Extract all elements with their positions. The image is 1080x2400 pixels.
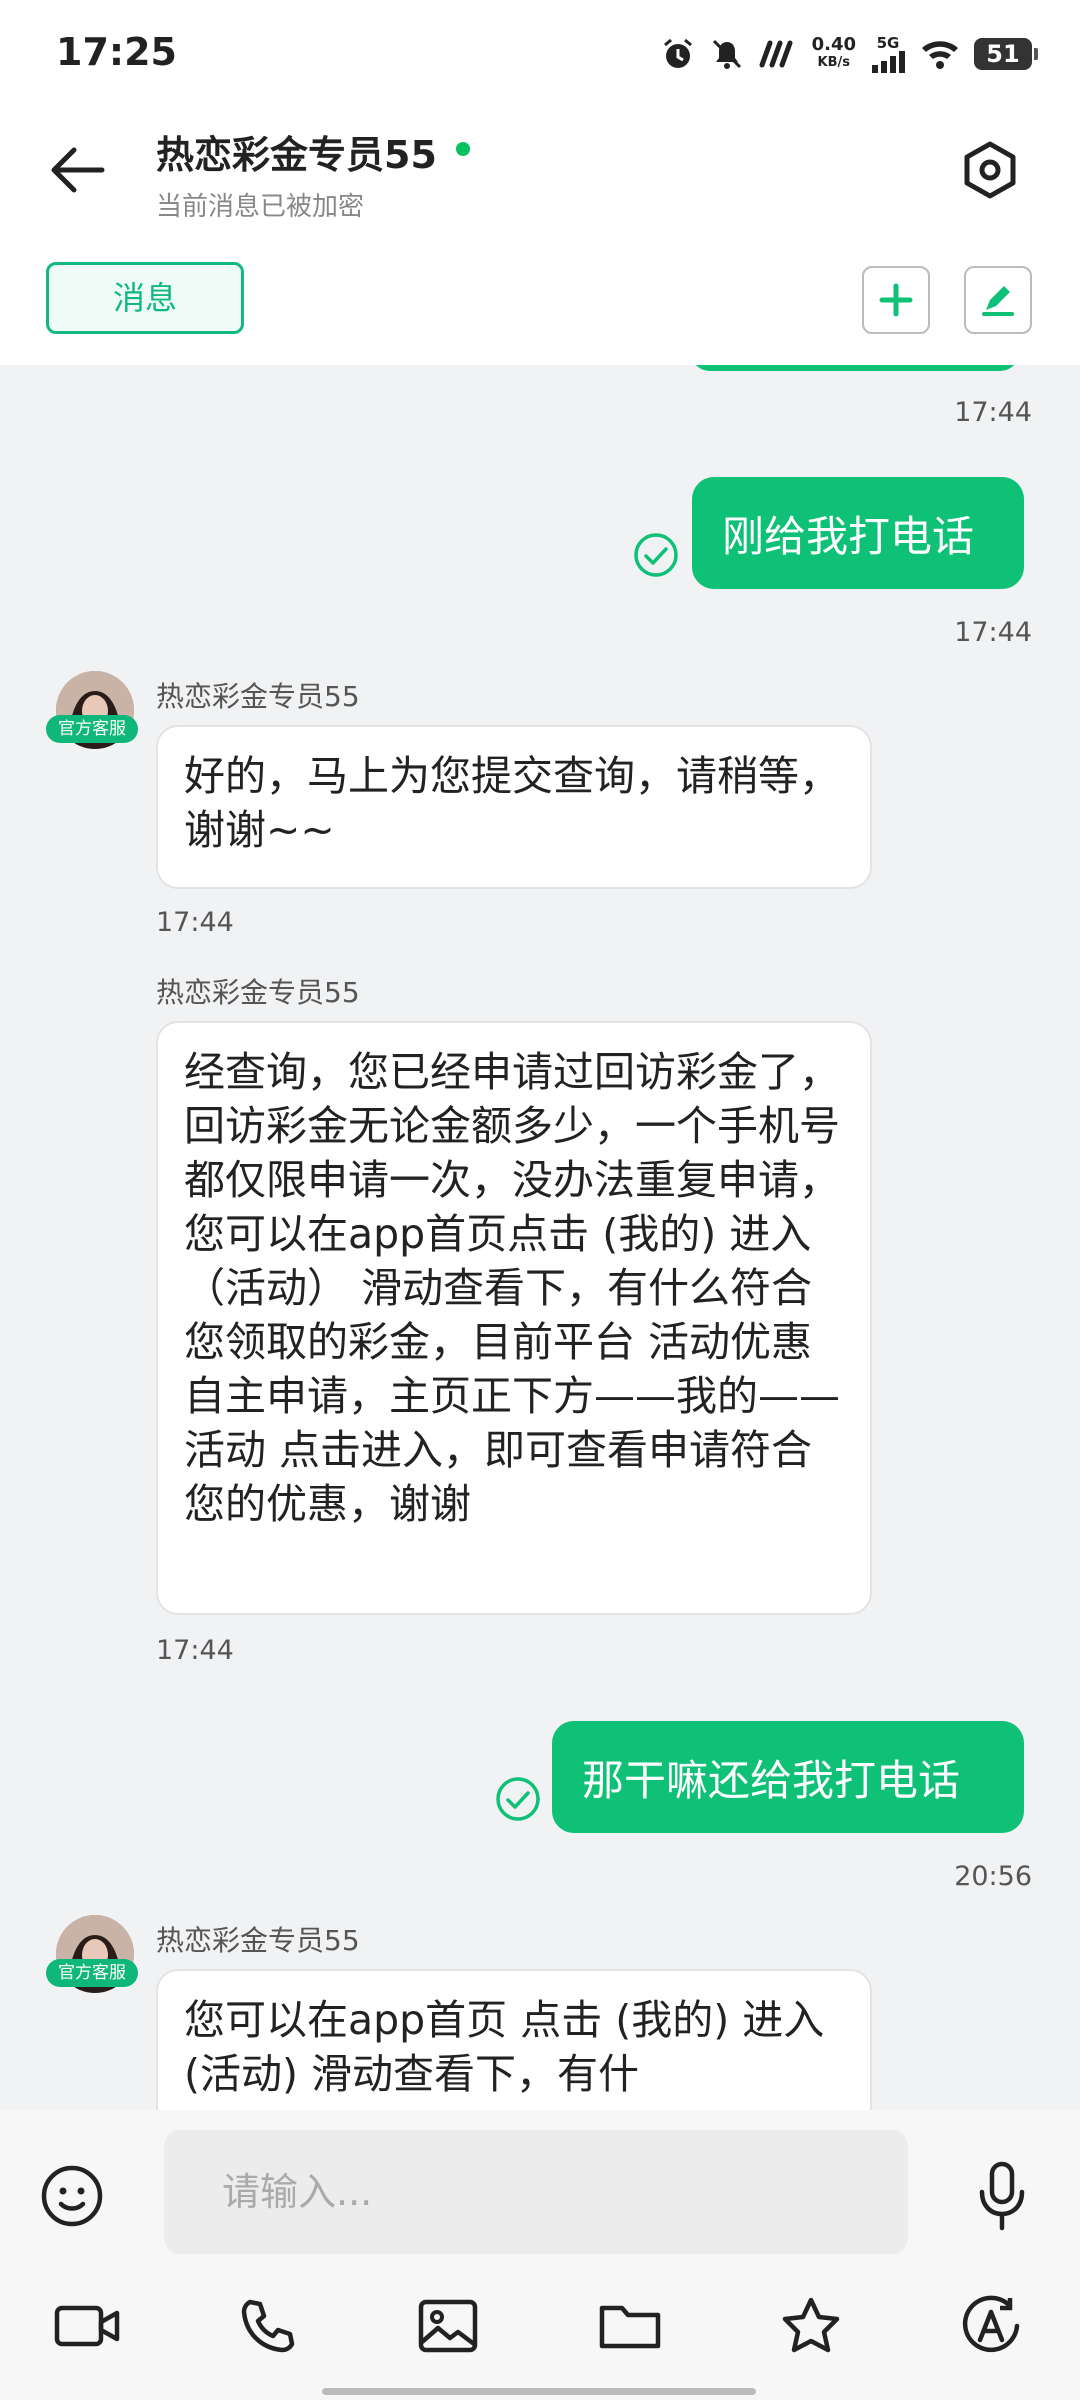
encryption-notice: 当前消息已被加密 — [156, 192, 365, 222]
auto-translate-icon — [962, 2295, 1020, 2353]
alarm-icon — [663, 38, 692, 68]
phone-icon — [241, 2299, 295, 2353]
nfc-icon — [759, 40, 793, 68]
timestamp: 17:44 — [954, 617, 1032, 648]
file-button[interactable] — [596, 2296, 664, 2356]
folder-icon — [599, 2305, 661, 2349]
official-service-badge: 官方客服 — [46, 715, 138, 743]
chat-message-list[interactable]: 17:44 刚给我打电话 17:44 官方客服 热恋彩金专员55 好的，马上为您… — [0, 365, 1080, 2110]
image-button[interactable] — [416, 2296, 480, 2356]
settings-button[interactable] — [950, 135, 1030, 205]
status-icons: 0.40 KB/s 5G 51 — [660, 32, 1038, 76]
translate-button[interactable] — [958, 2294, 1024, 2358]
signal: 5G — [870, 33, 906, 73]
pencil-icon — [982, 286, 1014, 316]
outgoing-message-bubble[interactable]: 那干嘛还给我打电话 — [552, 1721, 1024, 1833]
chat-title: 热恋彩金专员55 — [156, 133, 437, 177]
status-time: 17:25 — [56, 30, 177, 74]
incoming-message-bubble[interactable]: 您可以在app首页 点击 (我的) 进入 (活动) 滑动查看下，有什 — [156, 1969, 872, 2110]
mute-icon — [712, 39, 741, 69]
timestamp: 20:56 — [954, 1861, 1032, 1892]
favorite-button[interactable] — [778, 2294, 844, 2358]
read-check-icon — [634, 533, 678, 577]
timestamp: 17:44 — [156, 1635, 234, 1666]
network-type: 5G — [876, 33, 900, 52]
net-speed: 0.40 KB/s — [811, 34, 856, 71]
settings-icon — [964, 141, 1016, 199]
sender-name: 热恋彩金专员55 — [156, 976, 360, 1009]
video-call-button[interactable] — [52, 2296, 124, 2356]
add-button[interactable] — [862, 266, 930, 334]
plus-icon — [879, 283, 913, 317]
outgoing-message-bubble[interactable]: 刚给我打电话 — [692, 477, 1024, 589]
wifi-icon — [922, 41, 958, 69]
home-indicator[interactable] — [322, 2388, 756, 2395]
online-status-dot — [456, 142, 470, 156]
sender-name: 热恋彩金专员55 — [156, 1924, 360, 1957]
image-icon — [418, 2299, 478, 2353]
voice-button[interactable] — [964, 2156, 1040, 2236]
signal-icon — [872, 50, 905, 73]
back-button[interactable] — [40, 135, 120, 205]
incoming-message-bubble[interactable]: 经查询，您已经申请过回访彩金了，回访彩金无论金额多少，一个手机号都仅限申请一次，… — [156, 1021, 872, 1615]
official-service-badge: 官方客服 — [46, 1959, 138, 1987]
battery-indicator: 51 — [974, 38, 1038, 70]
emoji-icon — [41, 2165, 103, 2227]
star-icon — [782, 2297, 840, 2353]
tab-messages[interactable]: 消息 — [46, 262, 244, 334]
video-icon — [54, 2305, 120, 2347]
timestamp: 17:44 — [156, 907, 234, 938]
edit-button[interactable] — [964, 266, 1032, 334]
emoji-button[interactable] — [36, 2160, 108, 2232]
read-check-icon — [496, 1777, 540, 1821]
incoming-message-bubble[interactable]: 好的，马上为您提交查询，请稍等，谢谢~~ — [156, 725, 872, 889]
message-input[interactable]: 请输入... — [164, 2130, 908, 2254]
voice-call-button[interactable] — [236, 2296, 300, 2356]
timestamp: 17:44 — [954, 397, 1032, 428]
back-arrow-icon — [51, 147, 105, 193]
sender-name: 热恋彩金专员55 — [156, 680, 360, 713]
microphone-icon — [979, 2161, 1025, 2231]
outgoing-bubble-partial — [690, 365, 1020, 371]
